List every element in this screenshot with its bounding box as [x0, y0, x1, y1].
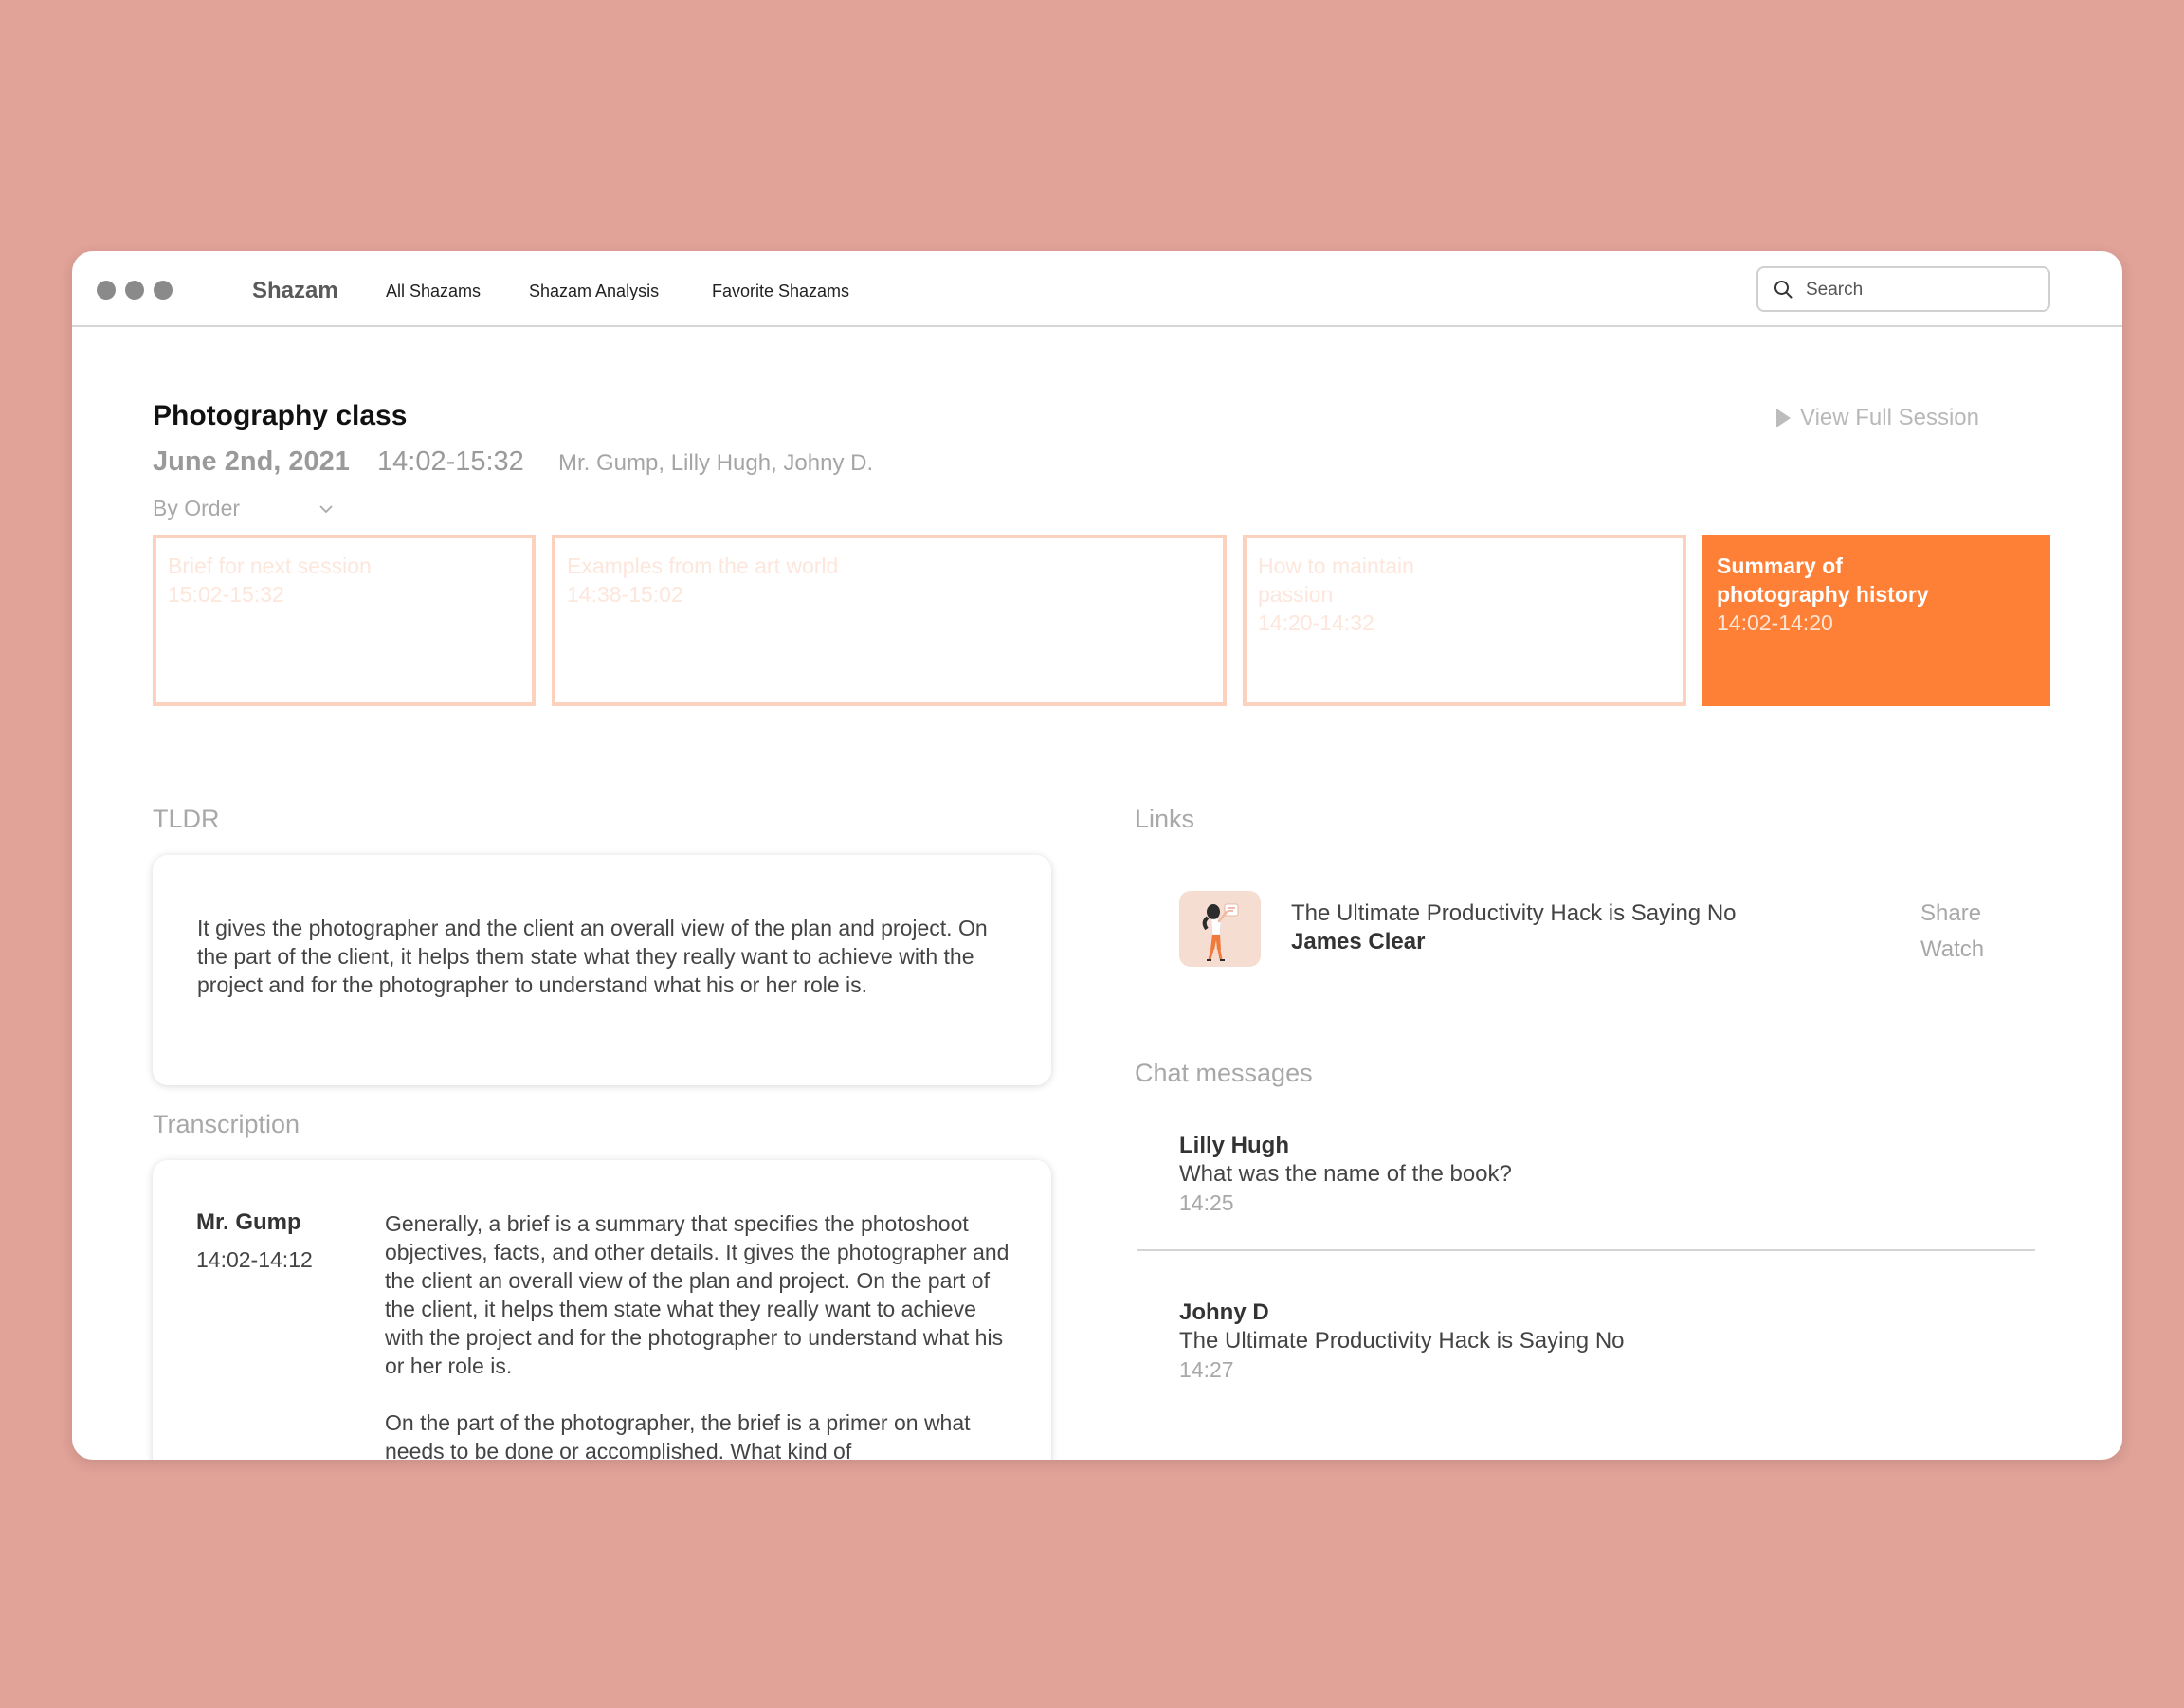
- chat-message-author: Johny D: [1179, 1299, 1269, 1325]
- transcript-paragraph: On the part of the photographer, the bri…: [385, 1410, 971, 1460]
- nav-shazam-analysis[interactable]: Shazam Analysis: [529, 282, 659, 301]
- segment-card-examples[interactable]: Examples from the art world 14:38-15:02: [552, 535, 1227, 706]
- segment-title: How to maintain passion: [1258, 554, 1414, 607]
- play-icon: [1776, 409, 1791, 427]
- segment-time: 15:02-15:32: [168, 582, 284, 607]
- transcript-paragraph: Generally, a brief is a summary that spe…: [385, 1211, 1010, 1378]
- tldr-heading: TLDR: [153, 805, 220, 833]
- transcript-text: Generally, a brief is a summary that spe…: [385, 1209, 1010, 1460]
- share-link[interactable]: Share: [1920, 900, 1981, 927]
- search-box[interactable]: [1756, 266, 2050, 312]
- app-brand[interactable]: Shazam: [252, 278, 338, 304]
- nav-all-shazams[interactable]: All Shazams: [386, 282, 481, 301]
- title-bar: Shazam All Shazams Shazam Analysis Favor…: [72, 251, 2122, 327]
- view-full-session-button[interactable]: View Full Session: [1776, 405, 1979, 431]
- window-maximize-dot[interactable]: [154, 281, 173, 300]
- nav-favorite-shazams[interactable]: Favorite Shazams: [712, 282, 849, 301]
- chat-message-time: 14:25: [1179, 1190, 1234, 1215]
- chat-message-author: Lilly Hugh: [1179, 1133, 1289, 1158]
- link-author: James Clear: [1291, 929, 1426, 954]
- links-heading: Links: [1135, 805, 1195, 833]
- link-thumbnail[interactable]: [1179, 891, 1261, 967]
- chat-message-text: What was the name of the book?: [1179, 1161, 1512, 1187]
- view-full-session-label: View Full Session: [1800, 405, 1979, 430]
- session-title: Photography class: [153, 400, 408, 431]
- link-title[interactable]: The Ultimate Productivity Hack is Saying…: [1291, 900, 1737, 927]
- session-date: June 2nd, 2021: [153, 446, 350, 477]
- transcript-speaker: Mr. Gump: [196, 1209, 301, 1235]
- person-saying-no-illustration-icon: [1202, 903, 1239, 961]
- transcription-card: Mr. Gump 14:02-14:12 Generally, a brief …: [153, 1160, 1051, 1460]
- segment-title: Brief for next session: [168, 554, 372, 578]
- tldr-text: It gives the photographer and the client…: [197, 916, 988, 997]
- tldr-card: It gives the photographer and the client…: [153, 855, 1051, 1085]
- session-participants: Mr. Gump, Lilly Hugh, Johny D.: [558, 450, 874, 476]
- segment-card-summary[interactable]: Summary of photography history 14:02-14:…: [1702, 535, 2050, 706]
- chevron-down-icon[interactable]: [318, 501, 334, 517]
- transcription-heading: Transcription: [153, 1110, 300, 1138]
- chat-heading: Chat messages: [1135, 1059, 1313, 1087]
- segment-card-passion[interactable]: How to maintain passion 14:20-14:32: [1243, 535, 1686, 706]
- segment-card-brief[interactable]: Brief for next session 15:02-15:32: [153, 535, 536, 706]
- window-minimize-dot[interactable]: [125, 281, 144, 300]
- segment-time: 14:38-15:02: [567, 582, 683, 607]
- chat-message-time: 14:27: [1179, 1357, 1234, 1382]
- transcript-time: 14:02-14:12: [196, 1247, 313, 1272]
- session-time: 14:02-15:32: [377, 446, 524, 477]
- watch-link[interactable]: Watch: [1920, 936, 1984, 963]
- search-input[interactable]: [1806, 278, 2033, 302]
- segment-time: 14:20-14:32: [1258, 610, 1374, 635]
- app-window: Shazam All Shazams Shazam Analysis Favor…: [72, 251, 2122, 1460]
- segment-title: Examples from the art world: [567, 554, 839, 578]
- search-icon: [1774, 281, 1793, 299]
- chat-message-text: The Ultimate Productivity Hack is Saying…: [1179, 1328, 1625, 1354]
- sort-dropdown[interactable]: By Order: [153, 496, 240, 521]
- segment-title: Summary of photography history: [1717, 554, 1929, 607]
- segment-time: 14:02-14:20: [1717, 610, 1833, 635]
- window-close-dot[interactable]: [97, 281, 116, 300]
- chat-divider: [1137, 1249, 2035, 1251]
